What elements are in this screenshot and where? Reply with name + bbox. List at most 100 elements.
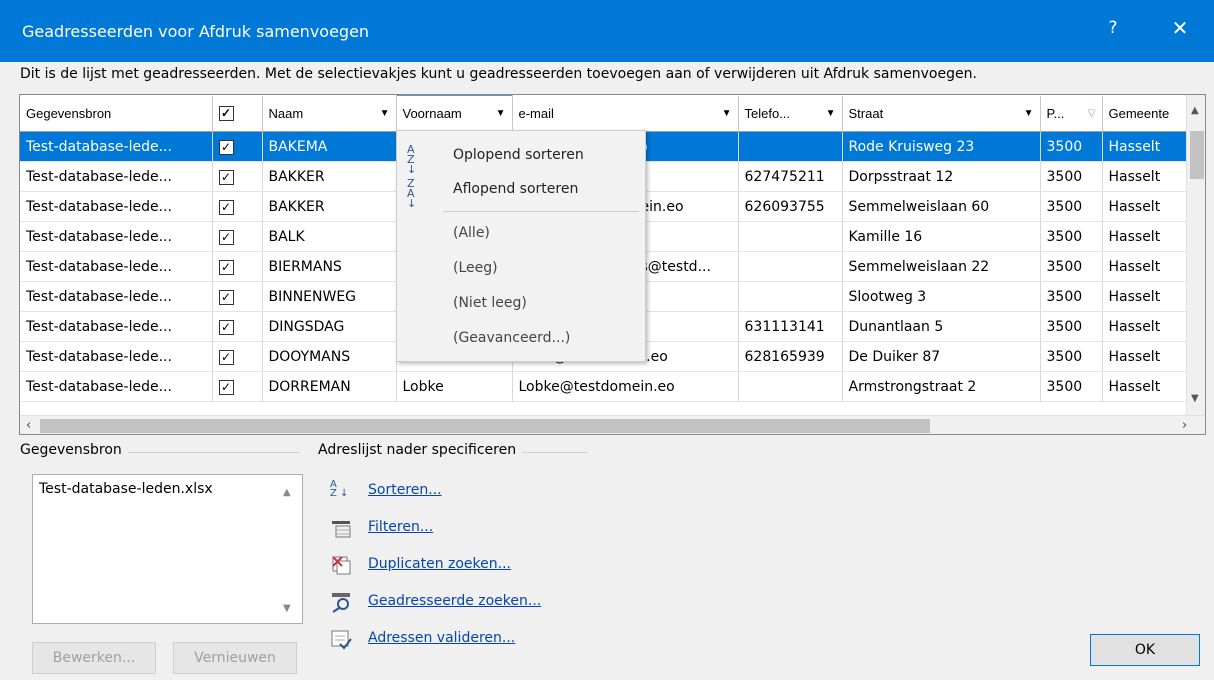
cell-naam: BALK (262, 221, 397, 252)
cell-gemeente: Hasselt (1102, 251, 1187, 282)
menu-filter-advanced[interactable]: (Geavanceerd...) (397, 324, 645, 354)
header-email[interactable]: e-mail ▼ (512, 95, 739, 132)
header-gemeente[interactable]: Gemeente (1102, 95, 1187, 132)
header-naam[interactable]: Naam ▼ (262, 95, 397, 132)
cell-straat: Kamille 16 (842, 221, 1041, 252)
cell-gemeente: Hasselt (1102, 161, 1187, 192)
filter-icon (332, 521, 351, 538)
table-row[interactable]: Test-database-lede... ✓ DORREMAN Lobke L… (20, 371, 1187, 402)
ok-button[interactable]: OK (1090, 634, 1200, 666)
cell-gemeente: Hasselt (1102, 221, 1187, 252)
dropdown-arrow-icon[interactable]: ▼ (496, 108, 506, 119)
dropdown-arrow-icon[interactable]: ▼ (722, 108, 732, 119)
row-checkbox[interactable]: ✓ (218, 289, 234, 305)
cell-naam: BIERMANS (262, 251, 397, 282)
menu-sort-descending[interactable]: ZA ↓ Aflopend sorteren (397, 175, 645, 209)
cell-tel: 627475211 (738, 161, 843, 192)
cell-tel (738, 131, 843, 162)
source-list-item[interactable]: Test-database-leden.xlsx (39, 481, 213, 497)
dropdown-arrow-icon[interactable]: ▽ (1088, 108, 1096, 119)
cell-naam: DINGSDAG (262, 311, 397, 342)
cell-naam: BINNENWEG (262, 281, 397, 312)
dropdown-arrow-icon[interactable]: ▼ (380, 108, 390, 119)
cell-postcode: 3500 (1040, 161, 1103, 192)
scroll-down-icon[interactable]: ▼ (1191, 393, 1199, 404)
cell-bron: Test-database-lede... (20, 371, 213, 402)
scroll-left-icon[interactable]: ‹ (26, 418, 31, 433)
cell-naam: DORREMAN (262, 371, 397, 402)
title-bar: Geadresseerden voor Afdruk samenvoegen ?… (0, 0, 1214, 62)
cell-tel (738, 221, 843, 252)
window-title: Geadresseerden voor Afdruk samenvoegen (22, 22, 370, 41)
cell-straat: Dorpsstraat 12 (842, 161, 1041, 192)
cell-bron: Test-database-lede... (20, 251, 213, 282)
sort-icon: AZ ↓ (330, 479, 349, 499)
cell-tel (738, 371, 843, 402)
cell-postcode: 3500 (1040, 221, 1103, 252)
hscroll-thumb[interactable] (40, 419, 930, 433)
cell-naam: BAKKER (262, 191, 397, 222)
header-postcode[interactable]: P... ▽ (1040, 95, 1103, 132)
cell-naam: BAKKER (262, 161, 397, 192)
header-checkbox[interactable]: ✓ (212, 95, 263, 132)
row-checkbox[interactable]: ✓ (218, 169, 234, 185)
scroll-up-icon[interactable]: ▲ (283, 487, 291, 498)
edit-button[interactable]: Bewerken... (32, 642, 156, 674)
scroll-thumb[interactable] (1190, 131, 1204, 179)
duplicates-icon (332, 556, 351, 575)
row-checkbox[interactable]: ✓ (218, 349, 234, 365)
row-checkbox[interactable]: ✓ (218, 139, 234, 155)
cell-naam: DOOYMANS (262, 341, 397, 372)
cell-straat: Semmelweislaan 22 (842, 251, 1041, 282)
cell-straat: Slootweg 3 (842, 281, 1041, 312)
cell-bron: Test-database-lede... (20, 341, 213, 372)
cell-postcode: 3500 (1040, 191, 1103, 222)
dropdown-arrow-icon[interactable]: ▼ (1024, 108, 1034, 119)
scroll-down-icon[interactable]: ▼ (283, 603, 291, 614)
cell-bron: Test-database-lede... (20, 221, 213, 252)
header-telefoon[interactable]: Telefo... ▼ (738, 95, 843, 132)
scroll-right-icon[interactable]: › (1182, 418, 1187, 433)
cell-gemeente: Hasselt (1102, 371, 1187, 402)
source-list[interactable]: Test-database-leden.xlsx ▲ ▼ (32, 474, 303, 624)
vertical-scrollbar[interactable]: ▲ ▼ (1186, 95, 1205, 415)
sort-descending-icon: ZA ↓ (407, 177, 417, 210)
cell-tel (738, 281, 843, 312)
scroll-up-icon[interactable]: ▲ (1191, 105, 1199, 116)
cell-gemeente: Hasselt (1102, 281, 1187, 312)
horizontal-scrollbar[interactable]: ‹ › (20, 415, 1205, 434)
header-gegevensbron[interactable]: Gegevensbron (20, 95, 213, 132)
cell-tel: 628165939 (738, 341, 843, 372)
menu-sort-ascending[interactable]: AZ ↓ Oplopend sorteren (397, 141, 645, 175)
cell-postcode: 3500 (1040, 131, 1103, 162)
intro-text: Dit is de lijst met geadresseerden. Met … (20, 66, 977, 82)
help-button[interactable]: ? (1098, 18, 1128, 38)
cell-postcode: 3500 (1040, 281, 1103, 312)
menu-separator (443, 211, 639, 212)
source-group-label: Gegevensbron (20, 442, 128, 458)
cell-gemeente: Hasselt (1102, 191, 1187, 222)
header-voornaam[interactable]: Voornaam ▼ (395, 95, 513, 132)
cell-straat: Armstrongstraat 2 (842, 371, 1041, 402)
column-filter-menu: AZ ↓ Oplopend sorteren ZA ↓ Aflopend sor… (396, 130, 646, 362)
cell-postcode: 3500 (1040, 371, 1103, 402)
find-icon (332, 593, 350, 613)
select-all-checkbox[interactable]: ✓ (218, 106, 234, 122)
row-checkbox[interactable]: ✓ (218, 229, 234, 245)
cell-straat: Semmelweislaan 60 (842, 191, 1041, 222)
refine-group-label: Adreslijst nader specificeren (318, 442, 523, 458)
refresh-button[interactable]: Vernieuwen (173, 642, 297, 674)
header-straat[interactable]: Straat ▼ (842, 95, 1041, 132)
cell-bron: Test-database-lede... (20, 161, 213, 192)
row-checkbox[interactable]: ✓ (218, 379, 234, 395)
cell-bron: Test-database-lede... (20, 131, 213, 162)
menu-filter-not-empty[interactable]: (Niet leeg) (397, 289, 645, 319)
menu-filter-all[interactable]: (Alle) (397, 219, 645, 249)
row-checkbox[interactable]: ✓ (218, 199, 234, 215)
row-checkbox[interactable]: ✓ (218, 319, 234, 335)
row-checkbox[interactable]: ✓ (218, 259, 234, 275)
validate-icon (331, 630, 352, 650)
dropdown-arrow-icon[interactable]: ▼ (826, 108, 836, 119)
close-button[interactable]: ✕ (1160, 16, 1200, 40)
menu-filter-empty[interactable]: (Leeg) (397, 254, 645, 284)
